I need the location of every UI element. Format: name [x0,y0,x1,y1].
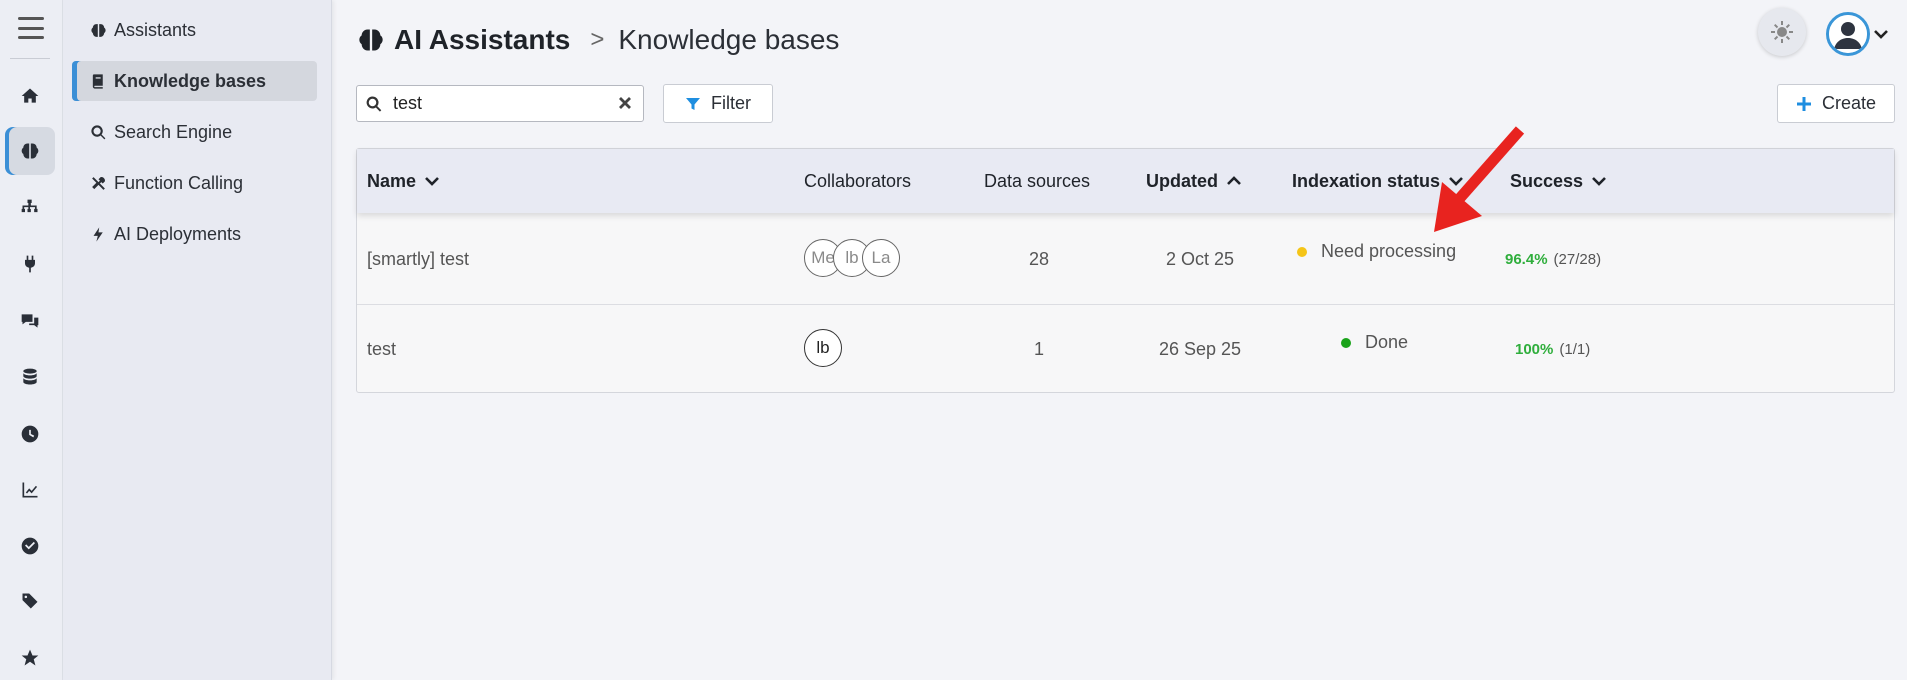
home-icon[interactable] [5,72,55,120]
column-header-name[interactable]: Name [367,149,440,213]
brain-icon[interactable] [5,127,55,175]
nav-item-function-calling[interactable]: Function Calling [72,163,317,203]
filter-icon [686,97,700,110]
table-header: Name Collaborators Data sources Updated … [357,149,1894,213]
nav-item-ai-deployments[interactable]: AI Deployments [72,214,317,254]
collaborator-avatar[interactable]: lb [804,329,842,367]
search-icon [366,96,382,112]
collaborator-avatar[interactable]: La [862,239,900,277]
status-badge: Need processing [1297,207,1456,296]
column-label: Indexation status [1292,170,1441,191]
database-icon[interactable] [5,353,55,401]
updated-date: 26 Sep 25 [1158,339,1242,359]
column-header-indexation-status[interactable]: Indexation status [1292,149,1464,213]
column-label: Success [1510,170,1584,191]
chevron-down-icon [1592,177,1606,186]
nav-label: Function Calling [114,172,244,193]
chevron-up-icon [1227,176,1241,185]
plus-icon [1796,96,1811,111]
bolt-icon [93,226,103,242]
kb-name[interactable]: [smartly] test [367,215,469,304]
create-button[interactable]: Create [1777,84,1895,123]
create-label: Create [1821,93,1877,113]
secondary-nav: Assistants Knowledge bases Search Engine… [63,0,332,680]
clear-icon[interactable] [617,95,633,111]
check-circle-icon[interactable] [5,522,55,570]
column-header-success[interactable]: Success [1510,149,1607,213]
star-icon[interactable] [5,634,55,680]
search-icon [91,124,106,139]
nav-item-search-engine[interactable]: Search Engine [72,112,317,152]
success-fraction: (27/28) [1553,251,1602,268]
column-label: Updated [1146,170,1218,191]
column-label: Data sources [984,170,1091,191]
success-rate: 100% (1/1) [1515,305,1590,394]
chart-line-icon[interactable] [5,466,55,514]
filter-button[interactable]: Filter [663,84,773,123]
menu-icon[interactable] [14,14,48,42]
comments-icon[interactable] [5,297,55,345]
sun-icon [1771,21,1793,43]
data-sources-count: 28 [1028,249,1050,269]
icon-rail [0,0,63,680]
nav-item-knowledge-bases[interactable]: Knowledge bases [72,61,317,101]
kb-name[interactable]: test [367,305,396,394]
brain-icon [359,29,383,51]
status-dot [1297,246,1307,257]
success-percent: 96.4% [1505,251,1548,268]
nav-item-assistants[interactable]: Assistants [72,10,317,50]
table-row[interactable]: [smartly] test Me lb La 28 2 Oct 25 Need… [357,215,1894,304]
table-row[interactable]: test lb 1 26 Sep 25 Done 100% (1/1) [357,304,1894,393]
success-rate: 96.4% (27/28) [1505,215,1601,304]
chevron-down-icon[interactable] [1873,26,1889,42]
status-dot [1341,337,1351,348]
success-percent: 100% [1515,341,1554,358]
nav-label: Knowledge bases [114,70,267,91]
column-label: Collaborators [804,170,912,191]
rail-divider [10,58,50,59]
chevron-down-icon [1449,177,1463,186]
sitemap-icon[interactable] [5,184,55,232]
plug-icon[interactable] [5,240,55,288]
tag-icon[interactable] [5,577,55,625]
brain-icon [91,23,106,37]
nav-label: Assistants [114,19,197,40]
success-fraction: (1/1) [1559,341,1591,358]
data-sources-count: 1 [1033,339,1044,359]
theme-toggle-button[interactable] [1758,8,1806,56]
clock-icon[interactable] [5,410,55,458]
column-label: Name [367,170,417,191]
status-label: Need processing [1321,241,1457,261]
book-icon [92,73,103,89]
column-header-updated[interactable]: Updated [1146,149,1242,213]
page-title: Knowledge bases [618,24,840,55]
filter-label: Filter [711,93,751,113]
tools-icon [92,176,105,190]
column-header-data-sources: Data sources [984,149,1090,213]
chevron-down-icon [425,177,439,186]
search-box [356,85,644,122]
nav-label: AI Deployments [114,223,242,244]
search-input[interactable] [393,93,603,114]
user-icon [1829,15,1867,53]
breadcrumb-separator: > [590,26,605,53]
status-badge: Done [1341,298,1408,387]
avatar[interactable] [1826,12,1870,56]
updated-date: 2 Oct 25 [1165,249,1235,269]
nav-label: Search Engine [114,121,233,142]
status-label: Done [1365,332,1409,352]
knowledge-bases-table: Name Collaborators Data sources Updated … [356,148,1895,393]
breadcrumb-root[interactable]: AI Assistants [394,24,570,56]
column-header-collaborators: Collaborators [804,149,911,213]
breadcrumb: AI Assistants > Knowledge bases [356,20,839,60]
